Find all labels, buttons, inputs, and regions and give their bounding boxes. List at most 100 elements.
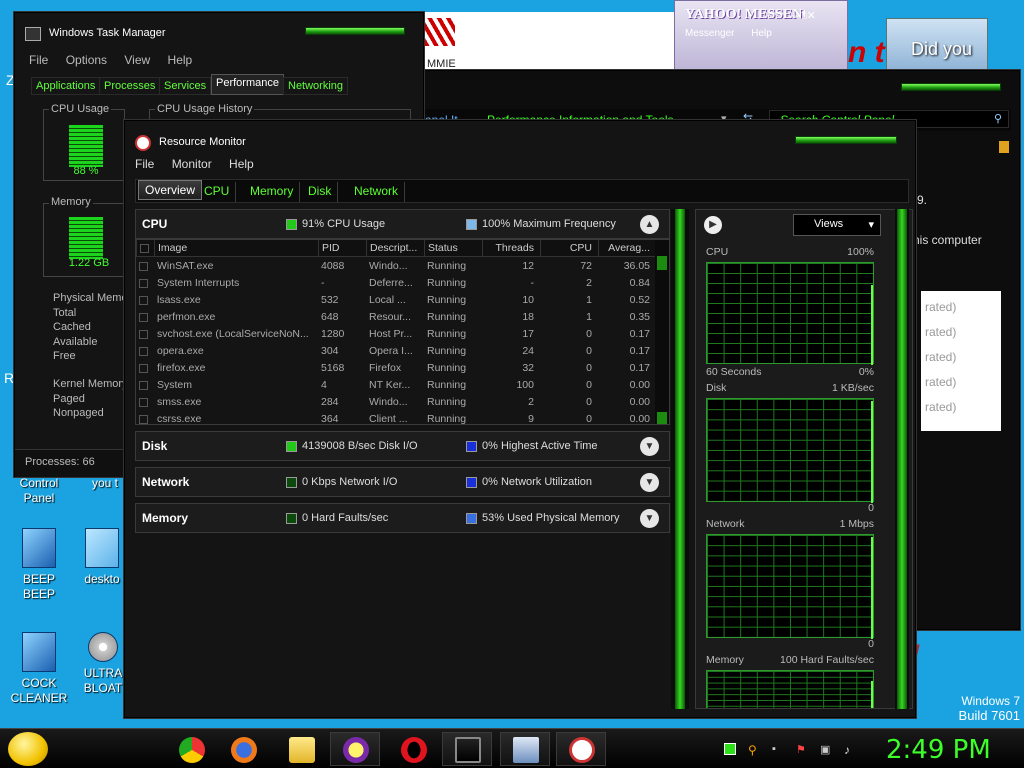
column-image[interactable]: Image <box>154 240 318 257</box>
yahoo-menu-help[interactable]: Help <box>751 28 772 39</box>
menu-file[interactable]: File <box>29 53 48 67</box>
menu-monitor[interactable]: Monitor <box>172 157 212 171</box>
row-checkbox[interactable] <box>136 326 154 343</box>
column-status[interactable]: Status <box>424 240 482 257</box>
network-section-header[interactable]: Network 0 Kbps Network I/O 0% Network Ut… <box>135 467 670 497</box>
window-controls[interactable] <box>305 27 405 35</box>
desktop-icon-youtube[interactable]: you t <box>80 476 130 491</box>
tray-app-icon[interactable]: ▪ <box>772 743 784 755</box>
row-checkbox[interactable] <box>136 258 154 275</box>
tab-disk[interactable]: Disk <box>302 182 339 202</box>
cell-image: svchost.exe (LocalServiceNoN... <box>157 328 309 340</box>
menu-options[interactable]: Options <box>66 53 107 67</box>
tab-networking[interactable]: Networking <box>283 77 349 95</box>
views-dropdown[interactable]: Views ▾ <box>793 214 881 236</box>
row-checkbox[interactable] <box>136 377 154 394</box>
collapse-panel-icon[interactable]: ▶ <box>704 216 722 234</box>
menu-help[interactable]: Help <box>229 157 254 171</box>
taskbar-firefox[interactable] <box>218 732 268 766</box>
desktop-icon-control-panel[interactable]: Control Panel <box>4 476 74 506</box>
select-all-checkbox[interactable] <box>136 240 154 257</box>
desktop-icon-cock-cleaner[interactable]: COCK CLEANER <box>4 632 74 706</box>
tab-cpu[interactable]: CPU <box>198 182 237 202</box>
column-average-cpu[interactable]: Averag... <box>598 240 656 257</box>
scrollbar-thumb[interactable] <box>657 256 667 270</box>
clock[interactable]: 2:49 PM <box>886 735 991 765</box>
column-threads[interactable]: Threads <box>482 240 540 257</box>
column-description[interactable]: Descript... <box>366 240 424 257</box>
cell-image: WinSAT.exe <box>157 260 214 272</box>
tab-performance[interactable]: Performance <box>211 74 284 95</box>
table-scrollbar[interactable] <box>655 240 669 424</box>
tab-memory[interactable]: Memory <box>244 182 301 202</box>
resource-monitor-window[interactable]: Resource Monitor File Monitor Help Overv… <box>124 120 916 718</box>
chevron-up-icon[interactable]: ▲ <box>640 215 659 234</box>
window-controls[interactable] <box>795 136 897 144</box>
scroll-down-arrow[interactable] <box>657 412 667 424</box>
graphs-scrollbar[interactable] <box>895 209 909 709</box>
search-icon[interactable]: ⚲ <box>994 112 1002 125</box>
table-row[interactable]: csrss.exe 364 Client ... Running 9 0 0.00 <box>136 411 656 424</box>
memory-section-header[interactable]: Memory 0 Hard Faults/sec 53% Used Physic… <box>135 503 670 533</box>
row-checkbox[interactable] <box>136 394 154 411</box>
yahoo-messenger-window[interactable]: YAHOO! MESSENGER —□✕ Messenger Help <box>674 0 848 72</box>
taskbar-chrome[interactable] <box>166 732 216 766</box>
menu-help[interactable]: Help <box>168 53 193 67</box>
row-checkbox[interactable] <box>136 411 154 424</box>
taskbar-opera[interactable] <box>388 732 438 766</box>
start-button[interactable] <box>8 732 48 766</box>
taskbar-task-manager[interactable] <box>442 732 492 766</box>
desktop-icon-desktop[interactable]: deskto <box>78 528 126 587</box>
row-checkbox[interactable] <box>136 343 154 360</box>
kernel-memory-title: Kernel Memory <box>53 378 128 390</box>
tab-overview[interactable]: Overview <box>138 180 203 200</box>
rating-label: rated) <box>925 400 957 414</box>
table-row[interactable]: smss.exe 284 Windo... Running 2 0 0.00 <box>136 394 656 411</box>
tab-network[interactable]: Network <box>348 182 406 202</box>
ratings-panel: rated) rated) rated) rated) rated) <box>921 291 1001 431</box>
table-row[interactable]: lsass.exe 532 Local ... Running 10 1 0.52 <box>136 292 656 309</box>
table-row[interactable]: opera.exe 304 Opera I... Running 24 0 0.17 <box>136 343 656 360</box>
taskbar-yahoo-messenger[interactable] <box>330 732 380 766</box>
column-pid[interactable]: PID <box>318 240 366 257</box>
volume-icon[interactable]: ♪ <box>844 743 856 757</box>
tab-applications[interactable]: Applications <box>31 77 101 95</box>
table-row[interactable]: firefox.exe 5168 Firefox Running 32 0 0.17 <box>136 360 656 377</box>
window-controls[interactable] <box>901 83 1001 91</box>
desktop-icon-ultra-bloat[interactable]: ULTRA BLOAT <box>80 632 126 696</box>
row-checkbox[interactable] <box>136 275 154 292</box>
yahoo-messenger-icon <box>343 737 369 763</box>
table-row[interactable]: perfmon.exe 648 Resour... Running 18 1 0.35 <box>136 309 656 326</box>
main-scrollbar[interactable] <box>671 209 689 709</box>
chevron-down-icon[interactable]: ▼ <box>640 473 659 492</box>
scrollbar-thumb[interactable] <box>675 209 685 709</box>
yahoo-menu-messenger[interactable]: Messenger <box>685 28 734 39</box>
network-icon[interactable]: ▣ <box>820 743 832 756</box>
chevron-down-icon[interactable]: ▼ <box>640 437 659 456</box>
taskbar-control-panel[interactable] <box>500 732 550 766</box>
taskbar-explorer[interactable] <box>276 732 326 766</box>
cpu-section-header[interactable]: CPU 91% CPU Usage 100% Maximum Frequency… <box>135 209 670 239</box>
row-checkbox[interactable] <box>136 292 154 309</box>
tray-green-icon[interactable] <box>724 743 736 755</box>
column-cpu[interactable]: CPU <box>540 240 598 257</box>
action-center-icon[interactable]: ⚑ <box>796 743 808 756</box>
tab-processes[interactable]: Processes <box>99 77 161 95</box>
disk-section-header[interactable]: Disk 4139008 B/sec Disk I/O 0% Highest A… <box>135 431 670 461</box>
row-checkbox[interactable] <box>136 309 154 326</box>
menu-file[interactable]: File <box>135 157 154 171</box>
table-row[interactable]: System Interrupts - Deferre... Running - 2 0.8… <box>136 275 656 292</box>
row-checkbox[interactable] <box>136 360 154 377</box>
table-row[interactable]: WinSAT.exe 4088 Windo... Running 12 72 36.05 <box>136 258 656 275</box>
menu-view[interactable]: View <box>124 53 150 67</box>
taskbar-resource-monitor[interactable] <box>556 732 606 766</box>
table-row[interactable]: System 4 NT Ker... Running 100 0 0.00 <box>136 377 656 394</box>
scrollbar-thumb[interactable] <box>897 209 907 709</box>
tab-services[interactable]: Services <box>159 77 212 95</box>
desktop-icon-beep[interactable]: BEEP BEEP <box>4 528 74 602</box>
search-icon[interactable]: ⚲ <box>748 743 760 757</box>
graph-network-max: 1 Mbps <box>839 518 874 530</box>
chevron-down-icon[interactable]: ▼ <box>640 509 659 528</box>
chevron-down-icon: ▾ <box>868 219 874 231</box>
table-row[interactable]: svchost.exe (LocalServiceNoN... 1280 Host … <box>136 326 656 343</box>
